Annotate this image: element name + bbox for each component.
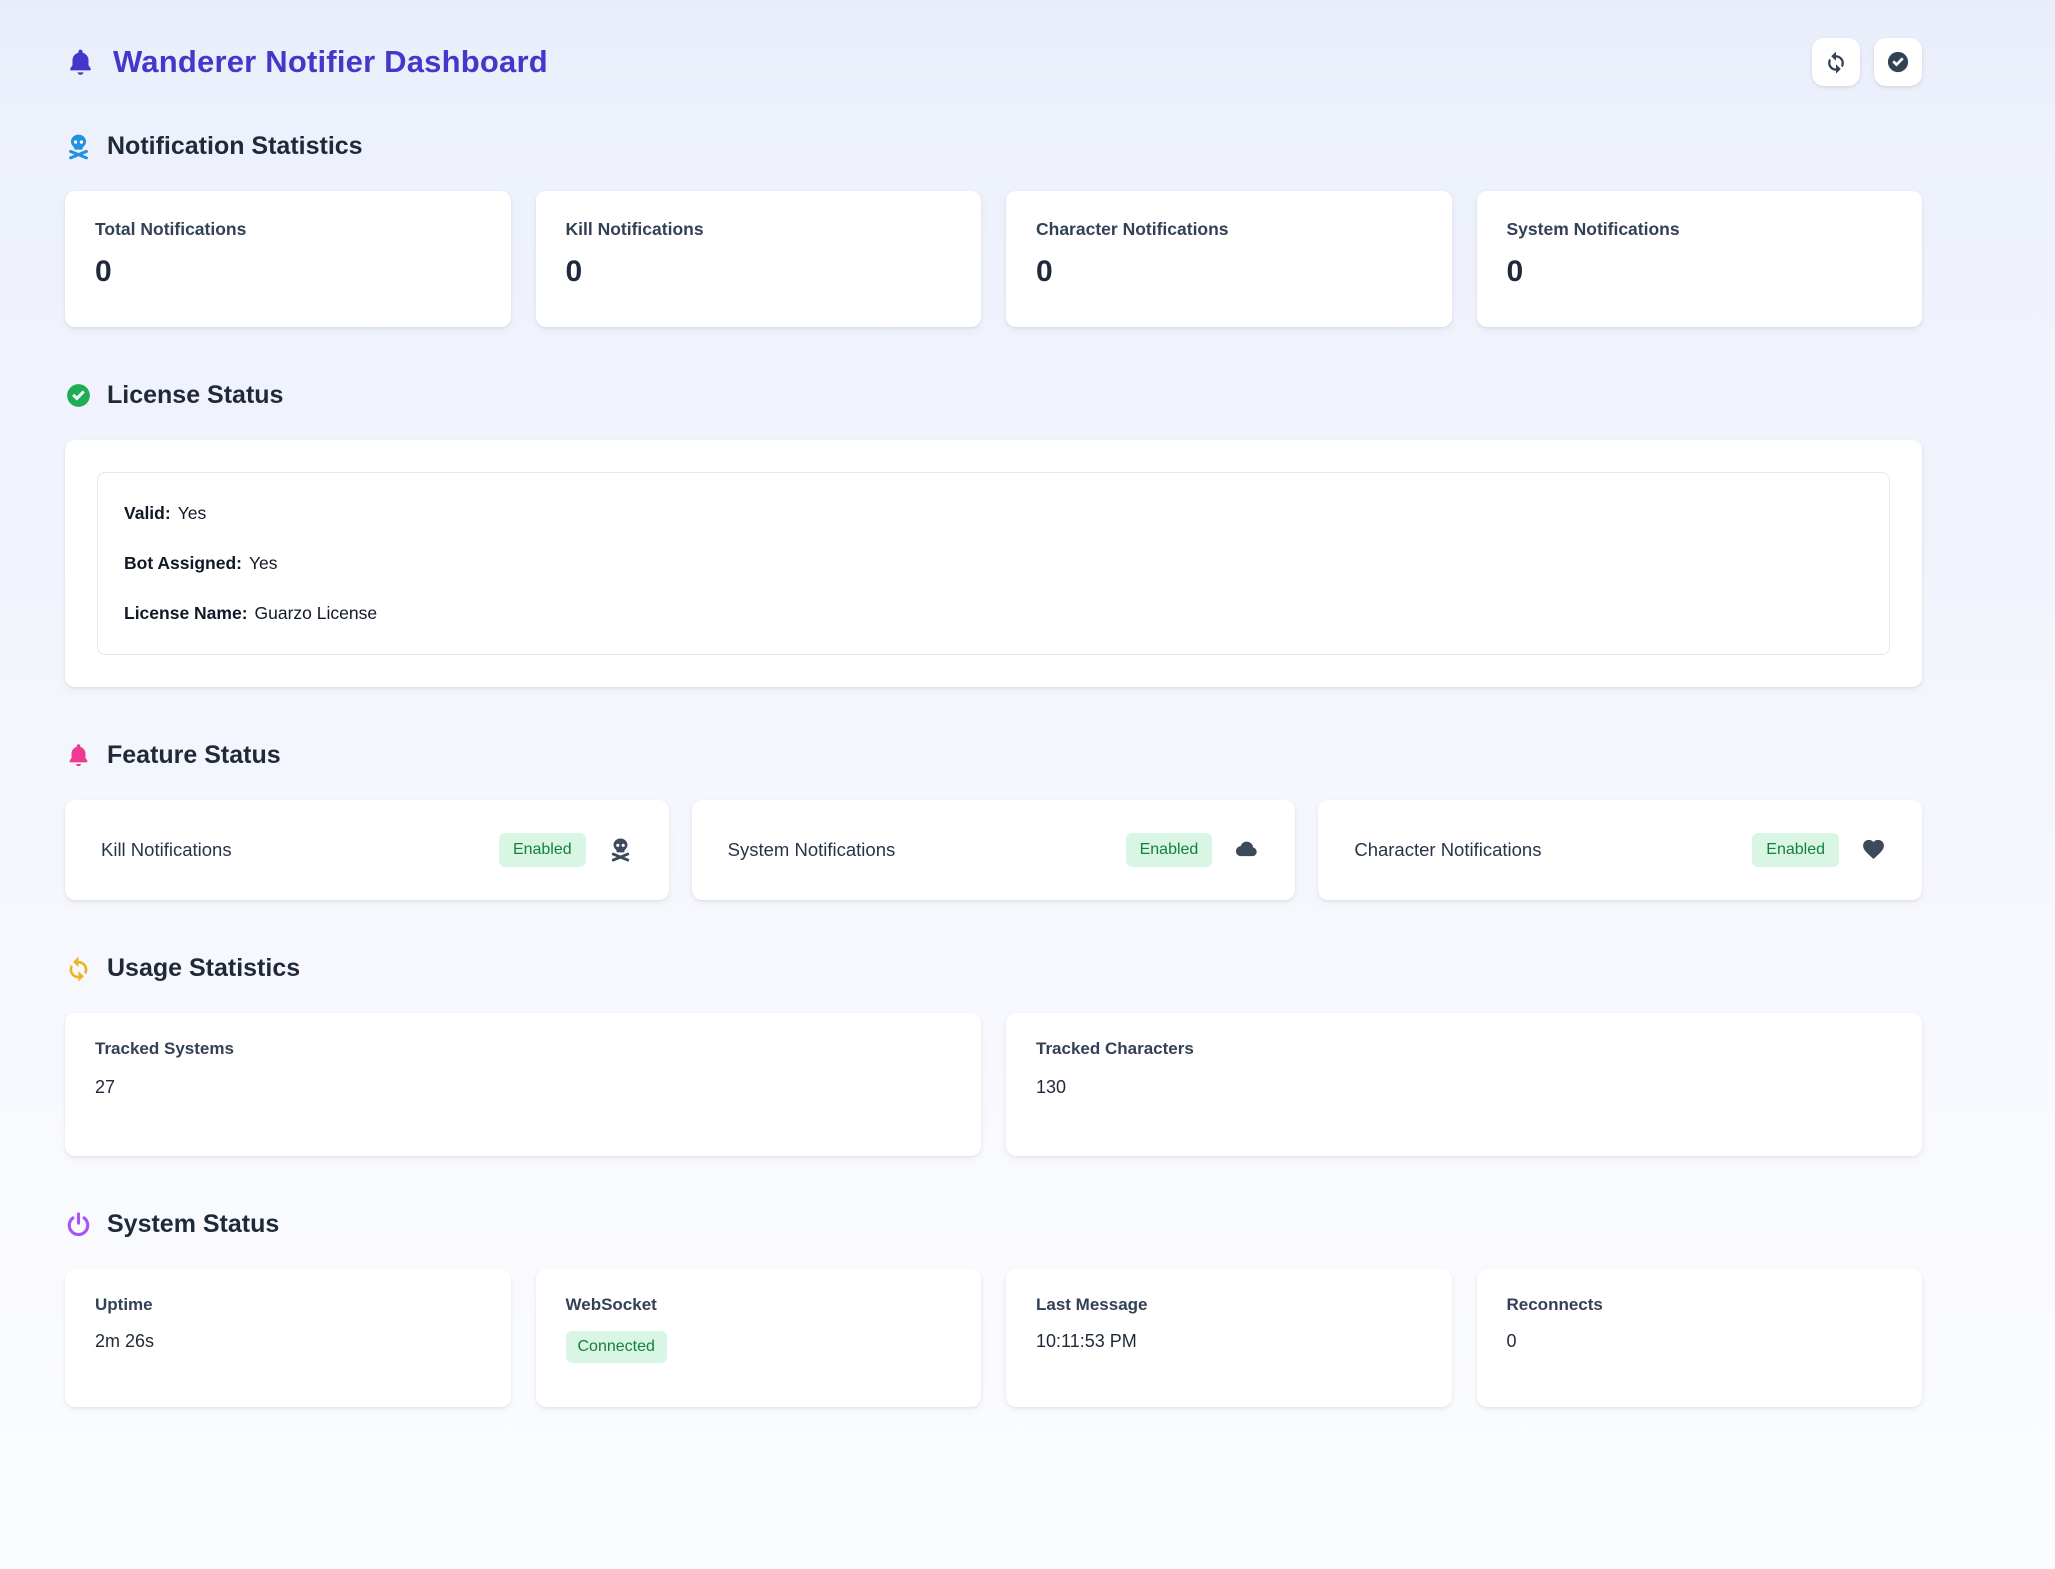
stat-label: Kill Notifications bbox=[566, 219, 952, 240]
feature-card-character-notifications: Character Notifications Enabled bbox=[1318, 800, 1922, 900]
system-value: 2m 26s bbox=[95, 1331, 481, 1352]
usage-value: 27 bbox=[95, 1077, 951, 1098]
header-actions bbox=[1812, 38, 1922, 86]
status-badge: Enabled bbox=[499, 833, 586, 867]
system-label: Reconnects bbox=[1507, 1295, 1893, 1315]
license-field-label: Valid: bbox=[124, 503, 171, 523]
status-check-button[interactable] bbox=[1874, 38, 1922, 86]
system-value: 10:11:53 PM bbox=[1036, 1331, 1422, 1352]
stat-label: Total Notifications bbox=[95, 219, 481, 240]
section-title: Notification Statistics bbox=[107, 132, 363, 161]
section-usage-statistics: Usage Statistics Tracked Systems 27 Trac… bbox=[65, 954, 1922, 1156]
stat-value: 0 bbox=[1036, 255, 1422, 289]
license-valid-row: Valid: Yes bbox=[124, 503, 1863, 524]
bell-icon bbox=[65, 47, 96, 78]
feature-card-kill-notifications: Kill Notifications Enabled bbox=[65, 800, 669, 900]
feature-label: Kill Notifications bbox=[101, 839, 232, 861]
system-value: 0 bbox=[1507, 1331, 1893, 1352]
page-title: Wanderer Notifier Dashboard bbox=[113, 44, 548, 80]
section-title: License Status bbox=[107, 381, 283, 410]
usage-label: Tracked Systems bbox=[95, 1039, 951, 1059]
connection-status-badge: Connected bbox=[566, 1331, 667, 1363]
refresh-button[interactable] bbox=[1812, 38, 1860, 86]
refresh-icon bbox=[1824, 50, 1848, 74]
section-title: Usage Statistics bbox=[107, 954, 300, 983]
system-card-uptime: Uptime 2m 26s bbox=[65, 1269, 511, 1407]
stat-value: 0 bbox=[566, 255, 952, 289]
system-card-reconnects: Reconnects 0 bbox=[1477, 1269, 1923, 1407]
status-badge: Enabled bbox=[1126, 833, 1213, 867]
license-field-value: Guarzo License bbox=[255, 603, 378, 623]
section-title: Feature Status bbox=[107, 741, 281, 770]
system-card-last-message: Last Message 10:11:53 PM bbox=[1006, 1269, 1452, 1407]
stat-card-system-notifications: System Notifications 0 bbox=[1477, 191, 1923, 327]
section-feature-status: Feature Status Kill Notifications Enable… bbox=[65, 741, 1922, 900]
feature-label: System Notifications bbox=[728, 839, 896, 861]
stat-card-character-notifications: Character Notifications 0 bbox=[1006, 191, 1452, 327]
system-card-websocket: WebSocket Connected bbox=[536, 1269, 982, 1407]
dashboard-page: Wanderer Notifier Dashboard Notification… bbox=[0, 0, 2055, 1407]
feature-label: Character Notifications bbox=[1354, 839, 1541, 861]
usage-value: 130 bbox=[1036, 1077, 1892, 1098]
license-card: Valid: Yes Bot Assigned: Yes License Name:… bbox=[65, 440, 1922, 687]
section-system-status: System Status Uptime 2m 26s WebSocket Co… bbox=[65, 1210, 1922, 1407]
power-icon bbox=[65, 1211, 92, 1238]
stat-label: Character Notifications bbox=[1036, 219, 1422, 240]
stat-card-total-notifications: Total Notifications 0 bbox=[65, 191, 511, 327]
system-label: Last Message bbox=[1036, 1295, 1422, 1315]
license-field-value: Yes bbox=[178, 503, 207, 523]
cloud-icon bbox=[1234, 837, 1259, 862]
license-name-row: License Name: Guarzo License bbox=[124, 603, 1863, 624]
section-notification-statistics: Notification Statistics Total Notificati… bbox=[65, 132, 1922, 327]
license-field-value: Yes bbox=[249, 553, 278, 573]
section-title: System Status bbox=[107, 1210, 279, 1239]
check-circle-icon bbox=[65, 382, 92, 409]
status-badge: Enabled bbox=[1752, 833, 1839, 867]
skull-crossbones-icon bbox=[608, 837, 633, 862]
stat-card-kill-notifications: Kill Notifications 0 bbox=[536, 191, 982, 327]
system-label: Uptime bbox=[95, 1295, 481, 1315]
license-details: Valid: Yes Bot Assigned: Yes License Name:… bbox=[97, 472, 1890, 655]
refresh-icon bbox=[65, 955, 92, 982]
stat-label: System Notifications bbox=[1507, 219, 1893, 240]
feature-card-system-notifications: System Notifications Enabled bbox=[692, 800, 1296, 900]
section-license-status: License Status Valid: Yes Bot Assigned: Ye… bbox=[65, 381, 1922, 687]
license-bot-assigned-row: Bot Assigned: Yes bbox=[124, 553, 1863, 574]
app-header: Wanderer Notifier Dashboard bbox=[65, 38, 1922, 86]
heart-icon bbox=[1861, 837, 1886, 862]
license-field-label: Bot Assigned: bbox=[124, 553, 242, 573]
usage-card-tracked-characters: Tracked Characters 130 bbox=[1006, 1013, 1922, 1156]
license-field-label: License Name: bbox=[124, 603, 248, 623]
system-label: WebSocket bbox=[566, 1295, 952, 1315]
check-circle-icon bbox=[1886, 50, 1910, 74]
stat-value: 0 bbox=[1507, 255, 1893, 289]
usage-card-tracked-systems: Tracked Systems 27 bbox=[65, 1013, 981, 1156]
skull-crossbones-icon bbox=[65, 133, 92, 160]
usage-label: Tracked Characters bbox=[1036, 1039, 1892, 1059]
bell-icon bbox=[65, 742, 92, 769]
stat-value: 0 bbox=[95, 255, 481, 289]
